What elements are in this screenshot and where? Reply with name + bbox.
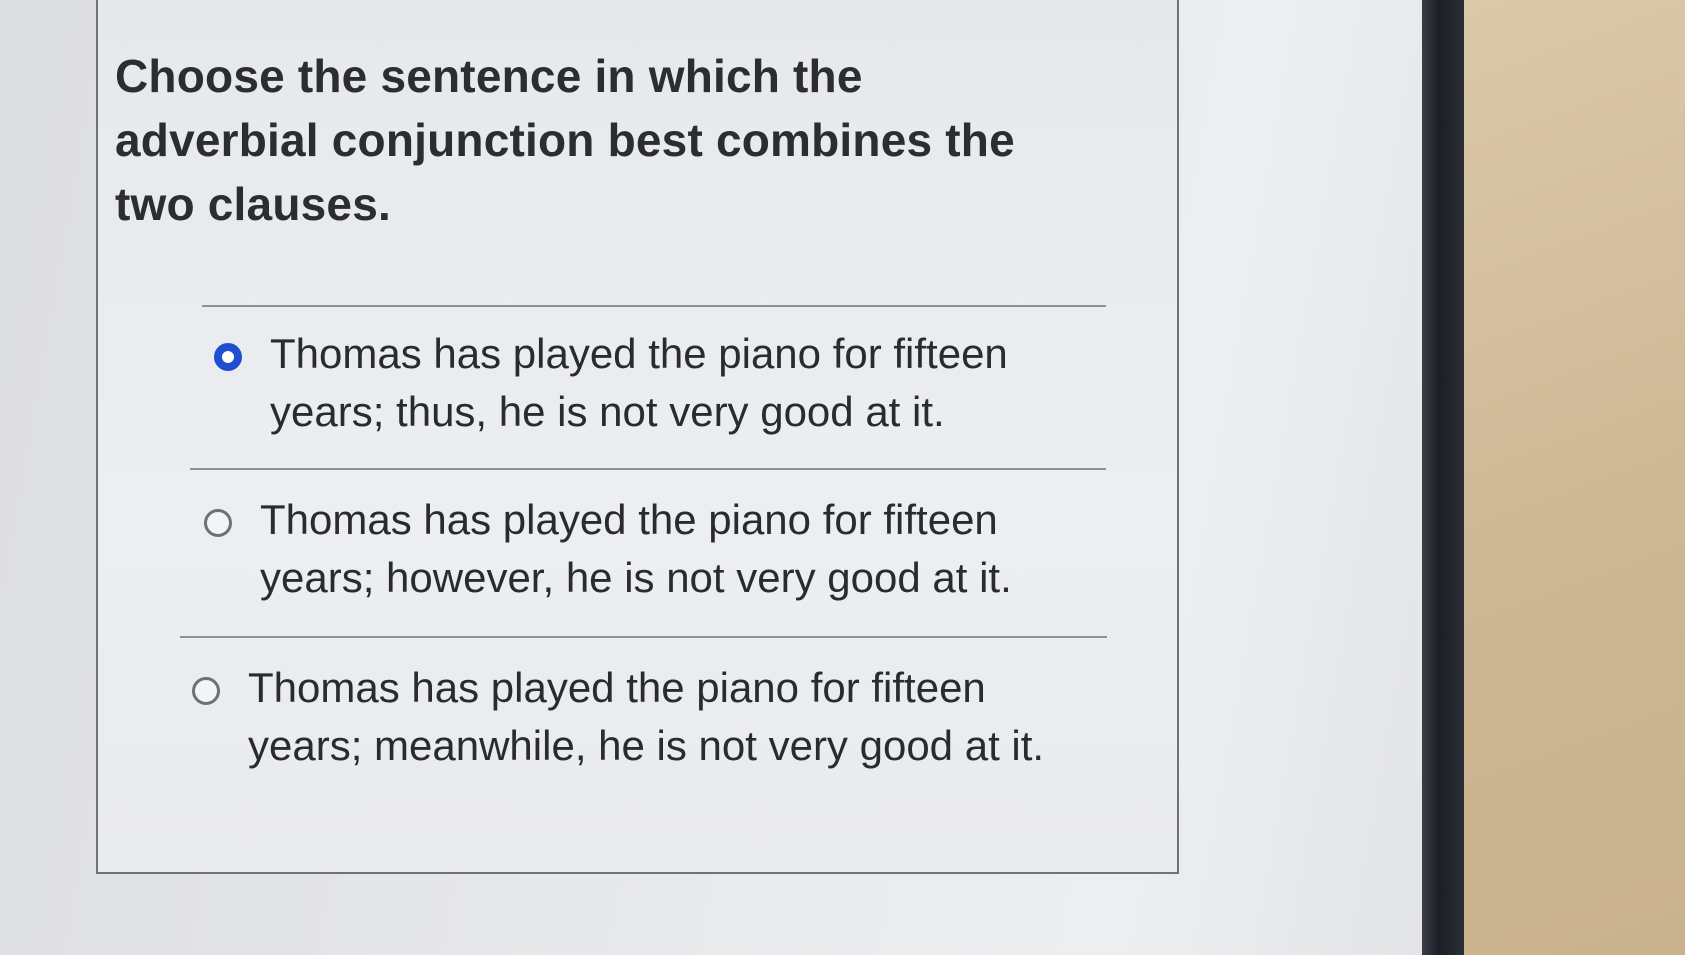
question-prompt: Choose the sentence in which the adverbi… — [115, 50, 1015, 230]
radio-selected-icon[interactable] — [214, 343, 242, 371]
answer-choice-1[interactable]: Thomas has played the piano for fifteen … — [214, 325, 1050, 441]
answer-choice-3[interactable]: Thomas has played the piano for fifteen … — [192, 659, 1108, 775]
answer-choice-2[interactable]: Thomas has played the piano for fifteen … — [204, 491, 1040, 607]
radio-unselected-icon[interactable] — [192, 677, 220, 705]
radio-unselected-icon[interactable] — [204, 509, 232, 537]
answer-choice-2-label: Thomas has played the piano for fifteen … — [260, 496, 1012, 601]
answer-choice-1-label: Thomas has played the piano for fifteen … — [270, 330, 1008, 435]
divider — [180, 636, 1107, 638]
background-wall — [1464, 0, 1685, 955]
monitor-bezel — [1422, 0, 1464, 955]
divider — [190, 468, 1106, 470]
answer-choice-3-label: Thomas has played the piano for fifteen … — [248, 664, 1045, 769]
divider — [202, 305, 1106, 307]
